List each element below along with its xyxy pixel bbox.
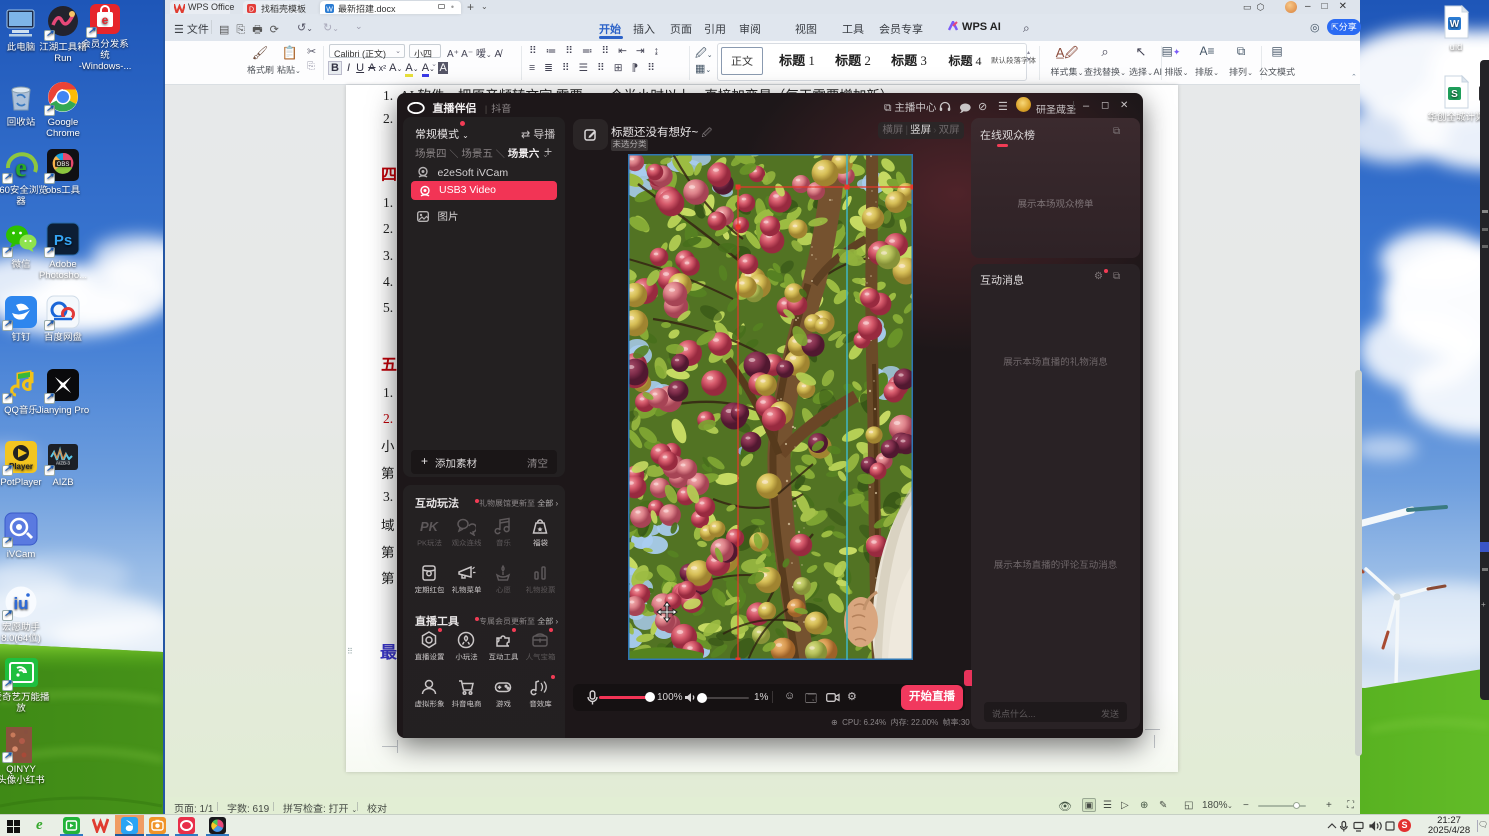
svg-text:Ps: Ps [54, 232, 72, 249]
svg-text:W: W [326, 6, 333, 13]
svg-text:e: e [15, 153, 27, 182]
svg-text:W: W [1450, 19, 1460, 30]
svg-text:PK: PK [420, 519, 439, 534]
svg-text:S: S [1451, 89, 1458, 100]
svg-text:AIZB-3: AIZB-3 [56, 461, 71, 466]
svg-text:OBS: OBS [57, 162, 70, 168]
svg-text:D: D [249, 6, 254, 13]
svg-text:e: e [102, 13, 109, 27]
svg-text:iu: iu [13, 594, 28, 613]
